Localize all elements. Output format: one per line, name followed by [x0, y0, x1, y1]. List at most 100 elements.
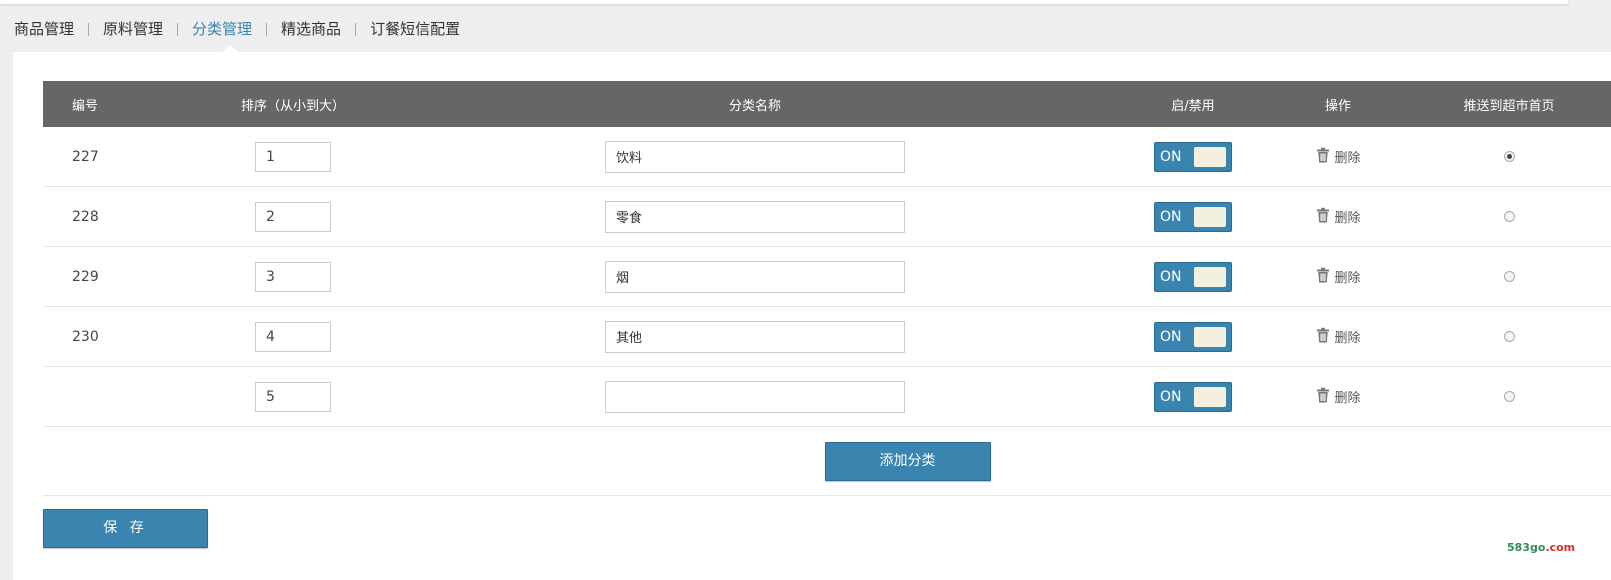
enable-toggle[interactable]: ON	[1154, 261, 1232, 292]
delete-label: 删除	[1334, 211, 1361, 226]
sort-cell	[193, 366, 393, 427]
tab-separator	[266, 22, 268, 36]
sort-cell	[193, 186, 393, 247]
push-radio[interactable]	[1503, 391, 1515, 402]
delete-label: 删除	[1334, 331, 1361, 346]
toggle-label: ON	[1160, 268, 1182, 285]
table-row: 228 ON 删除	[43, 186, 1611, 247]
header-id: 编号	[43, 81, 193, 127]
status-cell: ON	[1117, 127, 1269, 187]
header-action: 操作	[1269, 81, 1407, 127]
tab-product-management[interactable]: 商品管理	[14, 18, 74, 40]
toggle-label: ON	[1160, 328, 1182, 345]
trash-icon	[1315, 207, 1331, 227]
action-cell: 删除	[1269, 127, 1407, 187]
action-cell: 删除	[1269, 246, 1407, 307]
table-row: 229 ON 删除	[43, 246, 1611, 307]
header-push: 推送到超市首页	[1407, 81, 1611, 127]
table-body: 227 ON 删除 228 ON 删除 229 ON 删除 230 ON 删除 ON 删除	[43, 127, 1611, 427]
delete-label: 删除	[1334, 391, 1361, 406]
tab-featured-products[interactable]: 精选商品	[281, 18, 341, 40]
active-tab-indicator	[222, 45, 238, 52]
push-cell	[1407, 366, 1611, 427]
row-id	[43, 366, 193, 427]
trash-icon	[1315, 327, 1331, 347]
status-cell: ON	[1117, 366, 1269, 427]
add-row: 添加分类	[43, 426, 1611, 496]
sort-order-input[interactable]	[255, 381, 331, 412]
name-cell	[393, 366, 1117, 427]
row-id: 229	[43, 246, 193, 307]
tab-separator	[355, 22, 357, 36]
sort-order-input[interactable]	[255, 261, 331, 292]
enable-toggle[interactable]: ON	[1154, 321, 1232, 352]
add-category-button[interactable]: 添加分类	[824, 441, 991, 481]
push-cell	[1407, 127, 1611, 187]
push-radio[interactable]	[1503, 211, 1515, 222]
row-id: 228	[43, 186, 193, 247]
delete-label: 删除	[1334, 271, 1361, 286]
enable-toggle[interactable]: ON	[1154, 381, 1232, 412]
toggle-knob	[1194, 266, 1226, 287]
category-name-input[interactable]	[605, 380, 905, 413]
sort-cell	[193, 127, 393, 187]
category-tabs: 商品管理 原料管理 分类管理 精选商品 订餐短信配置	[14, 17, 460, 41]
table-row: 230 ON 删除	[43, 306, 1611, 367]
tab-separator	[177, 22, 179, 36]
trash-icon	[1315, 387, 1331, 407]
toggle-knob	[1194, 206, 1226, 227]
sort-order-input[interactable]	[255, 321, 331, 352]
top-bar	[0, 0, 1568, 4]
category-name-input[interactable]	[605, 200, 905, 233]
push-cell	[1407, 246, 1611, 307]
category-table-wrapper: 编号 排序（从小到大） 分类名称 启/禁用 操作 推送到超市首页 227 ON 删除…	[43, 81, 1611, 496]
table-header-row: 编号 排序（从小到大） 分类名称 启/禁用 操作 推送到超市首页	[43, 81, 1611, 127]
toggle-knob	[1194, 326, 1226, 347]
delete-button[interactable]: 删除	[1315, 267, 1361, 287]
row-id: 227	[43, 127, 193, 187]
name-cell	[393, 186, 1117, 247]
delete-button[interactable]: 删除	[1315, 207, 1361, 227]
tab-sms-config[interactable]: 订餐短信配置	[370, 18, 460, 40]
toggle-knob	[1194, 386, 1226, 407]
toggle-label: ON	[1160, 208, 1182, 225]
table-row: 227 ON 删除	[43, 127, 1611, 187]
enable-toggle[interactable]: ON	[1154, 141, 1232, 172]
delete-button[interactable]: 删除	[1315, 147, 1361, 167]
action-cell: 删除	[1269, 366, 1407, 427]
toggle-knob	[1194, 146, 1226, 167]
category-name-input[interactable]	[605, 140, 905, 173]
header-sort: 排序（从小到大）	[193, 81, 393, 127]
push-radio[interactable]	[1503, 271, 1515, 282]
sort-cell	[193, 306, 393, 367]
delete-button[interactable]: 删除	[1315, 387, 1361, 407]
trash-icon	[1315, 147, 1331, 167]
sort-order-input[interactable]	[255, 141, 331, 172]
toggle-label: ON	[1160, 148, 1182, 165]
delete-label: 删除	[1334, 151, 1361, 166]
table-row: ON 删除	[43, 366, 1611, 427]
status-cell: ON	[1117, 306, 1269, 367]
action-cell: 删除	[1269, 306, 1407, 367]
category-name-input[interactable]	[605, 260, 905, 293]
status-cell: ON	[1117, 186, 1269, 247]
save-button[interactable]: 保 存	[43, 509, 208, 548]
push-cell	[1407, 306, 1611, 367]
name-cell	[393, 246, 1117, 307]
enable-toggle[interactable]: ON	[1154, 201, 1232, 232]
tab-category-management[interactable]: 分类管理	[192, 18, 252, 40]
status-cell: ON	[1117, 246, 1269, 307]
delete-button[interactable]: 删除	[1315, 327, 1361, 347]
watermark: 583go.com	[1507, 541, 1576, 554]
sort-order-input[interactable]	[255, 201, 331, 232]
action-cell: 删除	[1269, 186, 1407, 247]
trash-icon	[1315, 267, 1331, 287]
header-name: 分类名称	[393, 81, 1117, 127]
category-name-input[interactable]	[605, 320, 905, 353]
name-cell	[393, 127, 1117, 187]
name-cell	[393, 306, 1117, 367]
push-radio[interactable]	[1503, 331, 1515, 342]
push-radio[interactable]	[1503, 151, 1515, 162]
tab-ingredient-management[interactable]: 原料管理	[103, 18, 163, 40]
header-status: 启/禁用	[1117, 81, 1269, 127]
